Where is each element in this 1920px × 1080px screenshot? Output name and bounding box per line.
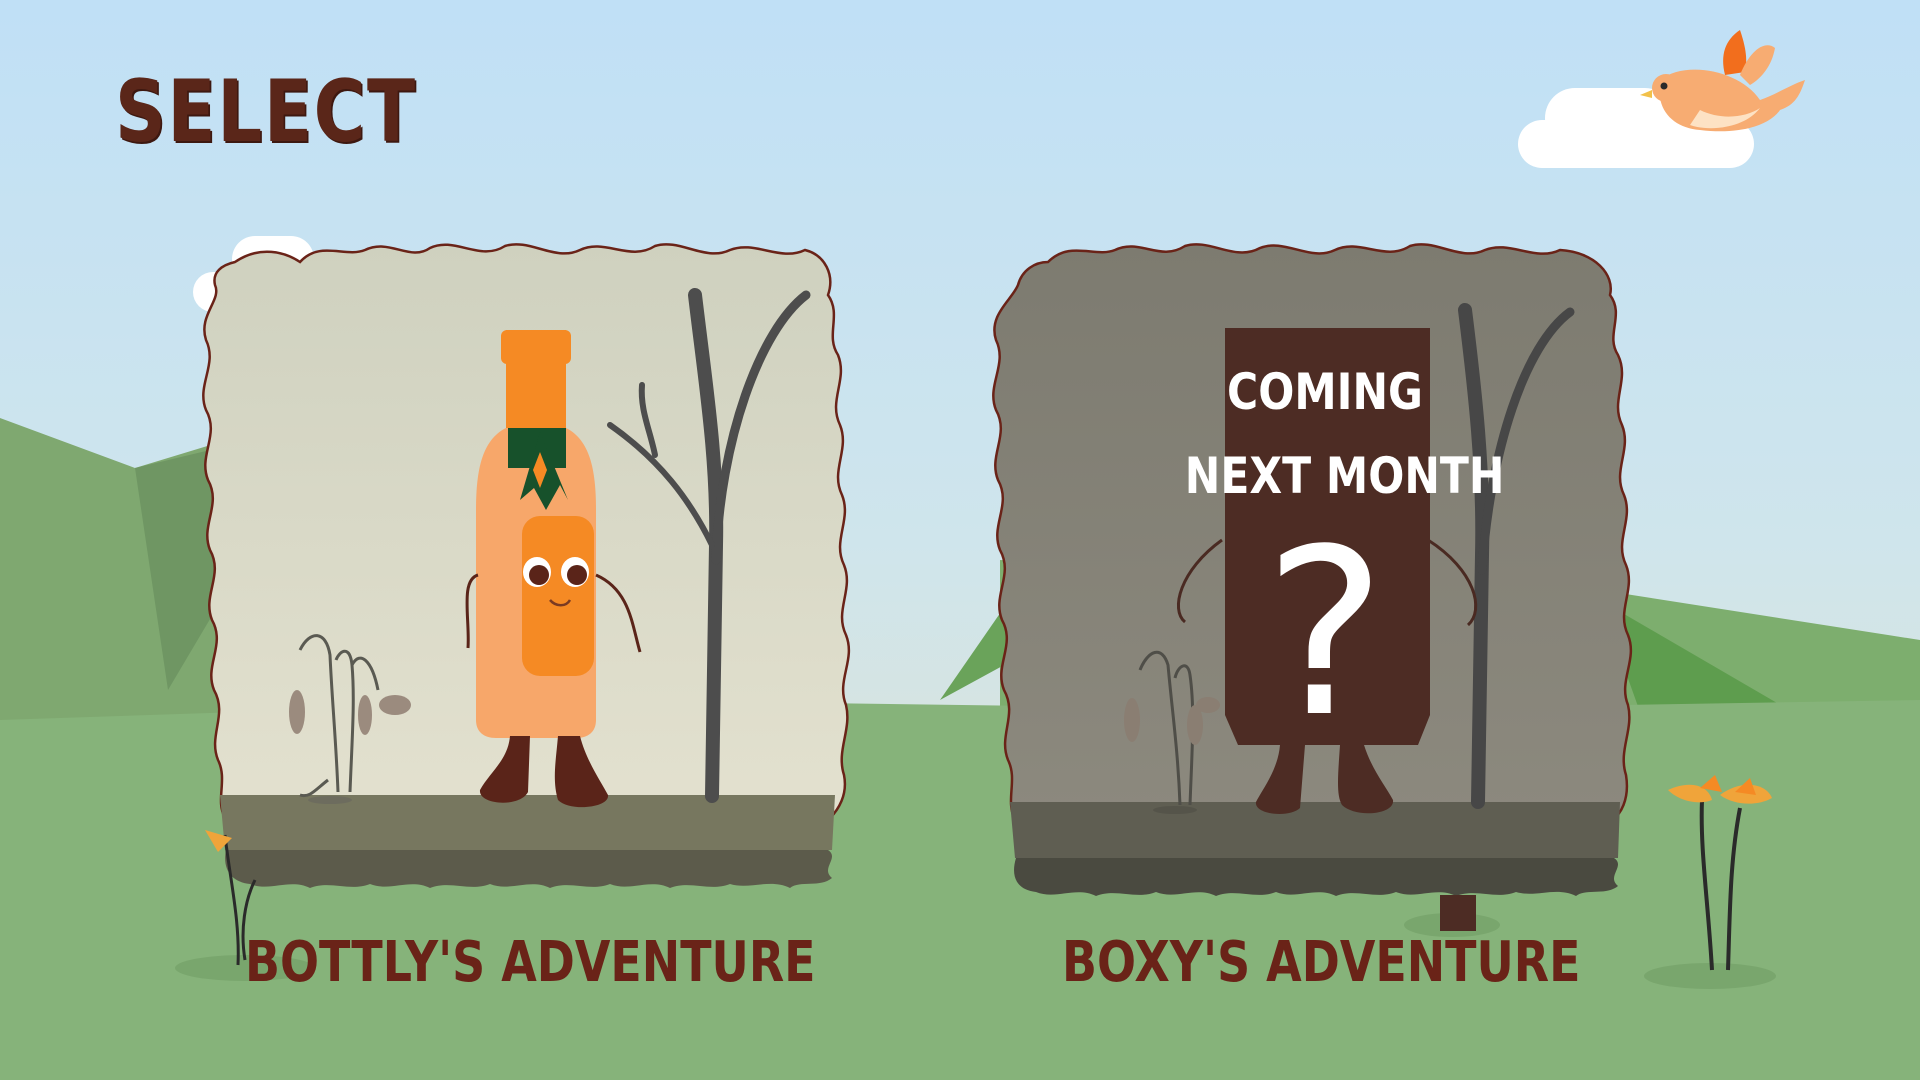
coming-line-1: COMING <box>1227 363 1423 421</box>
bottly-adventure-card-button[interactable] <box>205 245 845 895</box>
coming-soon-text: COMING NEXT MONTH <box>1185 350 1505 518</box>
card-post <box>1440 895 1476 931</box>
bottly-adventure-label[interactable]: BOTTLY'S ADVENTURE <box>245 930 816 995</box>
question-mark-icon: ? <box>1263 501 1387 768</box>
boxy-adventure-label[interactable]: BOXY'S ADVENTURE <box>1062 930 1581 995</box>
page-title: SELECT <box>115 62 417 162</box>
